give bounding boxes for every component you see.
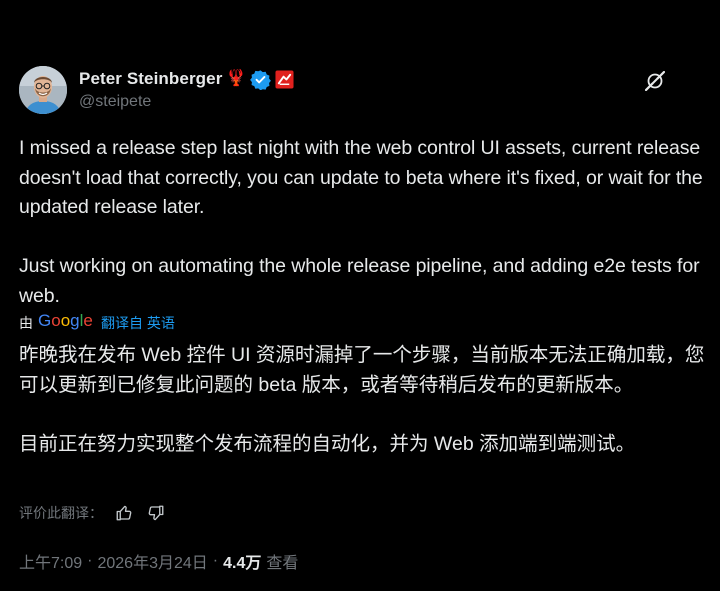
meta-separator: ·: [212, 552, 219, 569]
tweet-time[interactable]: 上午7:09: [19, 549, 82, 573]
name-row: Peter Steinberger 🦞: [79, 67, 294, 91]
lobster-emoji: 🦞: [226, 70, 247, 87]
rate-translation-label: 评价此翻译：: [19, 505, 103, 521]
handle[interactable]: @steipete: [79, 93, 151, 111]
grok-icon[interactable]: [643, 69, 667, 93]
google-logo: Google: [38, 311, 96, 336]
tweet-date[interactable]: 2026年3月24日: [97, 549, 207, 573]
translated-text: 昨晚我在发布 Web 控件 UI 资源时漏掉了一个步骤，当前版本无法正确加载，您…: [19, 344, 705, 455]
tweet-text: I missed a release step last night with …: [19, 137, 703, 307]
display-name[interactable]: Peter Steinberger: [79, 69, 222, 89]
thumbs-down-icon[interactable]: [145, 502, 167, 524]
verified-badge-icon[interactable]: [250, 69, 272, 90]
tweet: Peter Steinberger 🦞 @steipete I missed a…: [0, 0, 720, 591]
tweet-header: Peter Steinberger 🦞 @steipete: [19, 66, 701, 118]
translated-from-link[interactable]: 翻译自 英语: [101, 313, 175, 333]
thumbs-up-icon[interactable]: [113, 502, 135, 524]
affiliate-badge-icon[interactable]: [275, 69, 294, 89]
views-count[interactable]: 4.4万: [223, 549, 261, 573]
tweet-meta: 上午7:09 · 2026年3月24日 · 4.4万 查看: [19, 548, 298, 574]
avatar[interactable]: [19, 66, 67, 114]
rate-translation-row: 评价此翻译：: [19, 501, 167, 525]
translated-by-label: 由: [19, 315, 33, 331]
translated-by-row: 由 Google 翻译自 英语: [19, 311, 175, 336]
svg-text:Google: Google: [38, 311, 93, 330]
views-label: 查看: [266, 555, 299, 572]
meta-separator: ·: [87, 552, 93, 569]
